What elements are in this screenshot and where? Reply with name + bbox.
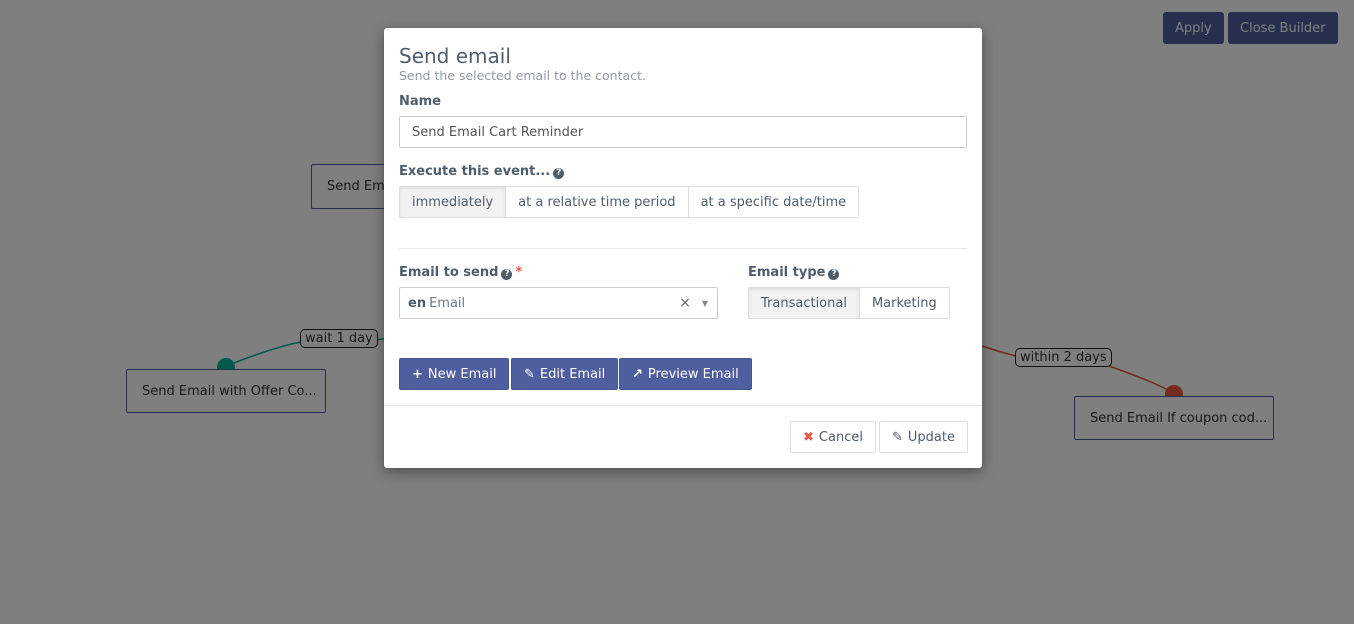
- email-type-group: Transactional Marketing: [748, 287, 950, 319]
- update-button[interactable]: ✎ Update: [879, 421, 968, 453]
- edit-icon: ✎: [524, 366, 535, 382]
- help-icon[interactable]: ?: [828, 269, 840, 280]
- name-label: Name: [399, 94, 442, 109]
- execute-timing-group: immediately at a relative time period at…: [399, 186, 860, 218]
- chevron-down-icon[interactable]: ▼: [702, 299, 708, 308]
- timing-specific-date[interactable]: at a specific date/time: [687, 186, 860, 218]
- plus-icon: +: [412, 366, 423, 382]
- timing-immediately[interactable]: immediately: [399, 186, 507, 218]
- preview-email-label: Preview Email: [647, 366, 739, 382]
- name-input[interactable]: [399, 116, 967, 148]
- help-icon[interactable]: ?: [553, 168, 565, 179]
- required-mark: *: [515, 265, 523, 280]
- modal-subtitle: Send the selected email to the contact.: [399, 68, 646, 83]
- help-icon[interactable]: ?: [501, 269, 513, 280]
- cancel-label: Cancel: [818, 429, 863, 445]
- timing-relative[interactable]: at a relative time period: [505, 186, 689, 218]
- email-language: en: [408, 295, 427, 311]
- update-label: Update: [907, 429, 955, 445]
- execute-label: Execute this event...?: [399, 164, 565, 179]
- divider: [399, 248, 967, 249]
- new-email-label: New Email: [427, 366, 497, 382]
- edit-email-label: Edit Email: [539, 366, 606, 382]
- email-selected-value: Email: [429, 295, 466, 311]
- execute-label-text: Execute this event...: [399, 164, 551, 179]
- email-type-marketing[interactable]: Marketing: [858, 287, 950, 319]
- clear-icon[interactable]: ×: [679, 295, 691, 311]
- pencil-icon: ✎: [892, 429, 903, 445]
- send-email-modal: Send email Send the selected email to th…: [384, 28, 982, 468]
- edit-email-button[interactable]: ✎ Edit Email: [511, 358, 619, 390]
- external-link-icon: ↗: [632, 366, 643, 382]
- footer-divider: [384, 405, 982, 406]
- modal-title: Send email: [399, 44, 511, 68]
- email-type-label: Email type?: [748, 265, 840, 280]
- preview-email-button[interactable]: ↗ Preview Email: [619, 358, 752, 390]
- email-to-send-label-text: Email to send: [399, 265, 499, 280]
- email-type-label-text: Email type: [748, 265, 826, 280]
- email-to-send-label: Email to send? *: [399, 265, 522, 280]
- cancel-button[interactable]: ✖ Cancel: [790, 421, 876, 453]
- email-type-transactional[interactable]: Transactional: [748, 287, 860, 319]
- close-icon: ✖: [803, 429, 814, 445]
- new-email-button[interactable]: + New Email: [399, 358, 510, 390]
- email-select[interactable]: en Email × ▼: [399, 287, 718, 319]
